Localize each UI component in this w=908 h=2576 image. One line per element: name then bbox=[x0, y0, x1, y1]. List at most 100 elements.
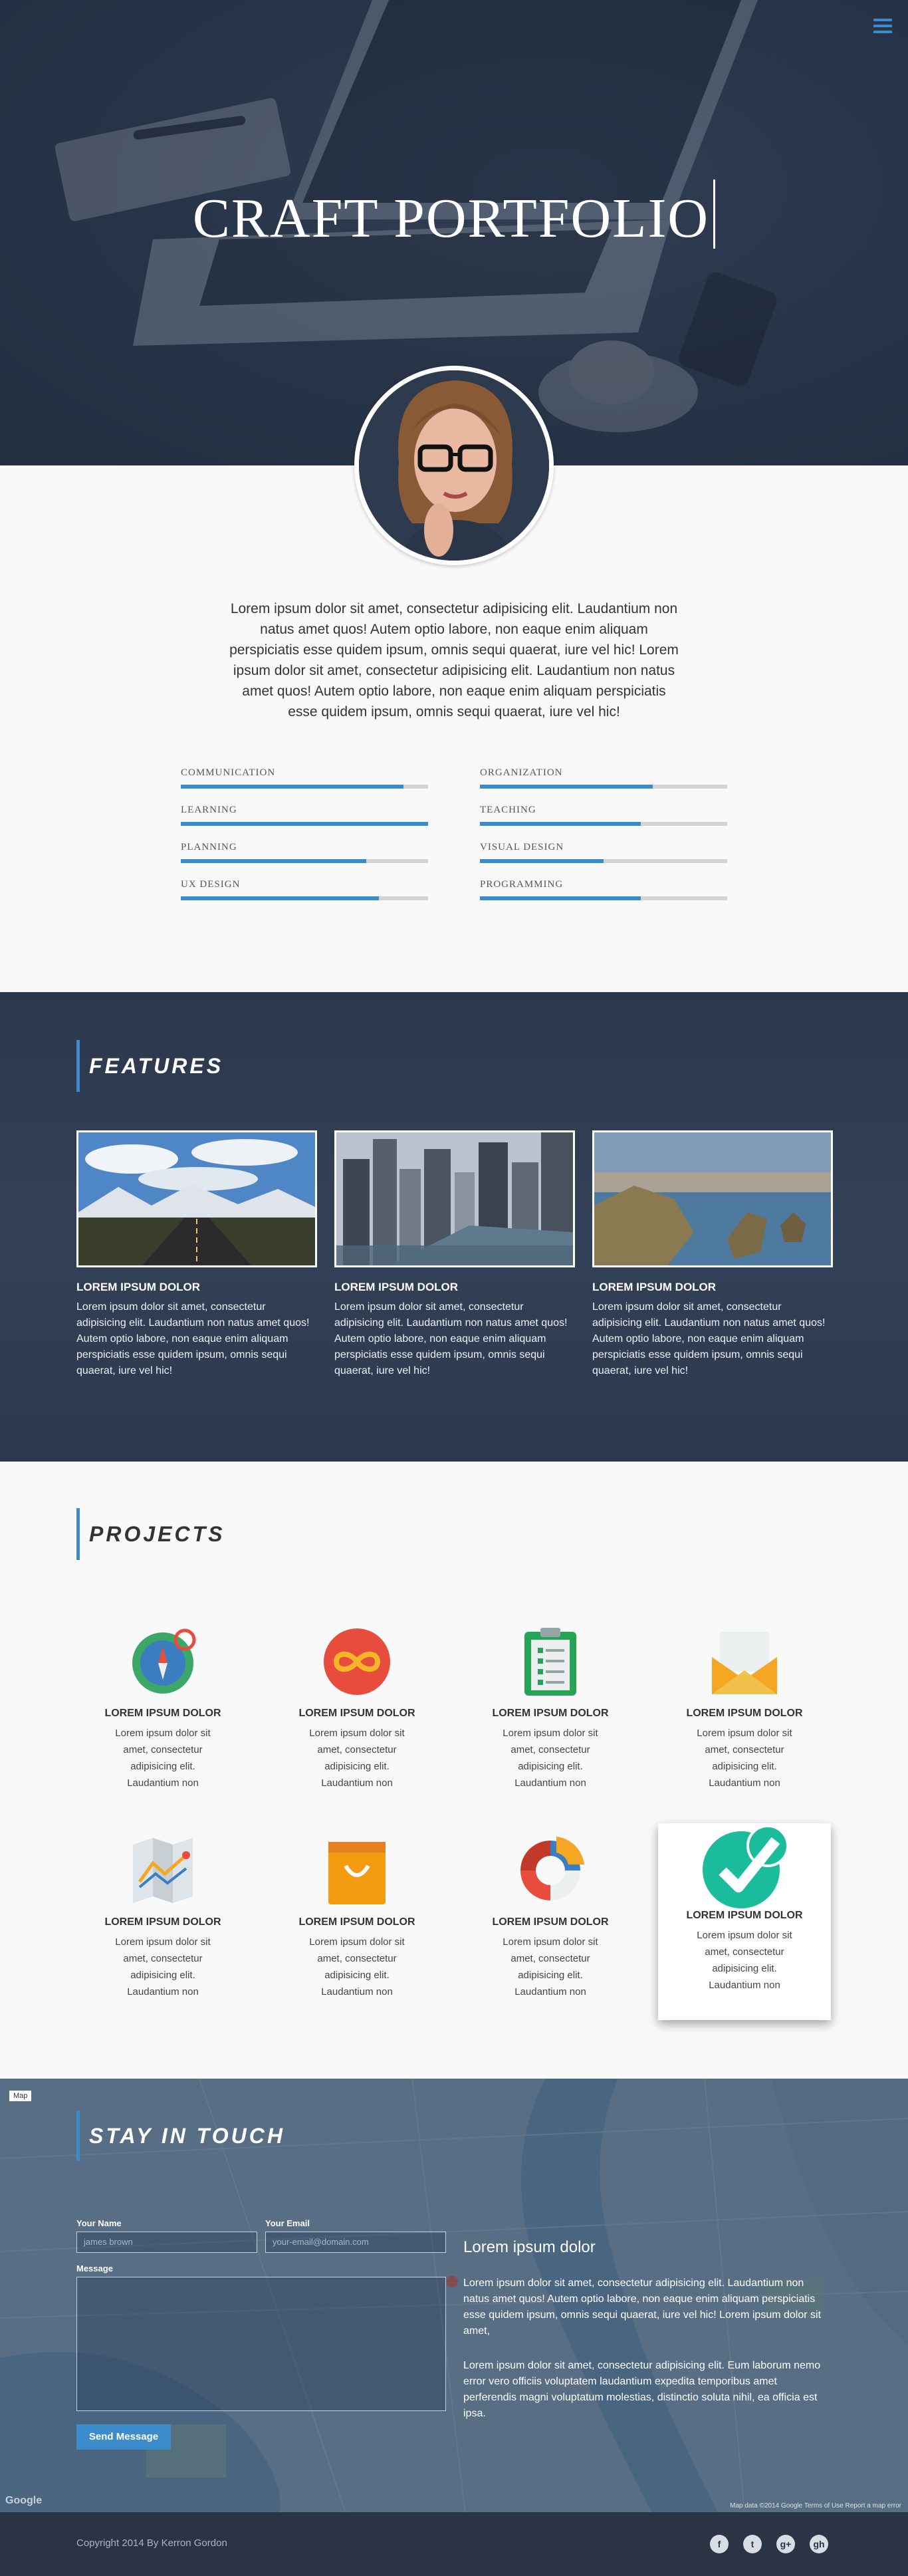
project-text: Lorem ipsum dolor sit amet, consectetur … bbox=[697, 1930, 792, 1991]
mountain-road-image[interactable] bbox=[76, 1130, 317, 1267]
project-card[interactable]: LOREM IPSUM DOLOR Lorem ipsum dolor sit … bbox=[76, 1835, 249, 2000]
project-card[interactable]: LOREM IPSUM DOLOR Lorem ipsum dolor sit … bbox=[658, 1626, 831, 1791]
checkmark-icon bbox=[703, 1825, 788, 1908]
skill-label: TEACHING bbox=[480, 805, 536, 815]
feature-card: LOREM IPSUM DOLOR Lorem ipsum dolor sit … bbox=[334, 1130, 575, 1379]
project-text: Lorem ipsum dolor sit amet, consectetur … bbox=[115, 1728, 211, 1789]
skill-label: PROGRAMMING bbox=[480, 879, 564, 890]
about-section: Lorem ipsum dolor sit amet, consectetur … bbox=[0, 366, 908, 992]
clipboard-icon bbox=[524, 1628, 576, 1696]
skills-list: COMMUNICATION ORGANIZATION LEARNING TEAC… bbox=[181, 767, 727, 900]
skill-bar bbox=[480, 822, 727, 826]
message-label: Message bbox=[76, 2263, 113, 2273]
skill-learning: LEARNING bbox=[181, 805, 428, 826]
skill-bar-fill bbox=[480, 785, 653, 789]
skill-bar-fill bbox=[181, 859, 366, 863]
skill-bar-fill bbox=[480, 822, 641, 826]
feature-card: LOREM IPSUM DOLOR Lorem ipsum dolor sit … bbox=[76, 1130, 317, 1379]
project-title: LOREM IPSUM DOLOR bbox=[492, 1916, 609, 1928]
skill-label: VISUAL DESIGN bbox=[480, 842, 564, 852]
email-input[interactable]: your-email@domain.com bbox=[265, 2232, 446, 2253]
map-copyright[interactable]: Map data ©2014 Google Terms of Use Repor… bbox=[730, 2502, 901, 2510]
map-type-control[interactable]: Map bbox=[9, 2091, 32, 2101]
github-icon[interactable]: gh bbox=[810, 2535, 828, 2553]
pie-chart-icon bbox=[520, 1837, 584, 1900]
send-message-button[interactable]: Send Message bbox=[76, 2424, 171, 2450]
feature-title: LOREM IPSUM DOLOR bbox=[334, 1281, 459, 1293]
skill-label: PLANNING bbox=[181, 842, 237, 852]
skill-bar bbox=[480, 896, 727, 900]
city-skyline-image[interactable] bbox=[334, 1130, 575, 1267]
google-logo: Google bbox=[5, 2495, 43, 2506]
text-cursor bbox=[713, 180, 716, 249]
skill-programming: PROGRAMMING bbox=[480, 879, 727, 900]
skill-label: LEARNING bbox=[181, 805, 237, 815]
features-heading: FEATURES bbox=[76, 1040, 223, 1092]
project-title: LOREM IPSUM DOLOR bbox=[686, 1708, 803, 1719]
skill-bar bbox=[181, 896, 428, 900]
skill-label: UX DESIGN bbox=[181, 879, 241, 890]
skill-planning: PLANNING bbox=[181, 842, 428, 863]
skill-bar-fill bbox=[181, 785, 403, 789]
contact-heading: STAY IN TOUCH bbox=[76, 2111, 285, 2161]
skill-bar bbox=[480, 859, 727, 863]
compass-icon bbox=[132, 1628, 196, 1694]
project-title: LOREM IPSUM DOLOR bbox=[492, 1708, 609, 1719]
project-card[interactable]: LOREM IPSUM DOLOR Lorem ipsum dolor sit … bbox=[271, 1835, 443, 2000]
skill-bar-fill bbox=[181, 822, 428, 826]
project-card[interactable]: LOREM IPSUM DOLOR Lorem ipsum dolor sit … bbox=[464, 1835, 637, 2000]
hero-title: CRAFT PORTFOLIO bbox=[0, 180, 908, 251]
project-title: LOREM IPSUM DOLOR bbox=[104, 1708, 221, 1719]
feature-text: Lorem ipsum dolor sit amet, consectetur … bbox=[592, 1301, 826, 1376]
project-text: Lorem ipsum dolor sit amet, consectetur … bbox=[503, 1728, 598, 1789]
project-text: Lorem ipsum dolor sit amet, consectetur … bbox=[115, 1936, 211, 1997]
features-section: FEATURES LOREM IPSUM DOLOR Lorem ipsum d… bbox=[0, 992, 908, 1462]
feature-title: LOREM IPSUM DOLOR bbox=[592, 1281, 717, 1293]
shopping-bag-icon bbox=[328, 1842, 386, 1904]
project-card[interactable]: LOREM IPSUM DOLOR Lorem ipsum dolor sit … bbox=[76, 1626, 249, 1791]
contact-info-paragraph: Lorem ipsum dolor sit amet, consectetur … bbox=[463, 2277, 822, 2337]
skill-communication: COMMUNICATION bbox=[181, 767, 428, 789]
feature-card: LOREM IPSUM DOLOR Lorem ipsum dolor sit … bbox=[592, 1130, 833, 1379]
skill-bar bbox=[181, 822, 428, 826]
infinity-icon bbox=[324, 1628, 390, 1695]
project-title: LOREM IPSUM DOLOR bbox=[104, 1916, 221, 1928]
skill-bar bbox=[181, 859, 428, 863]
skill-label: COMMUNICATION bbox=[181, 767, 276, 778]
feature-text: Lorem ipsum dolor sit amet, consectetur … bbox=[334, 1301, 568, 1376]
email-label: Your Email bbox=[265, 2218, 310, 2228]
project-title: LOREM IPSUM DOLOR bbox=[686, 1910, 803, 1921]
twitter-icon[interactable]: t bbox=[743, 2535, 762, 2553]
google-plus-icon[interactable]: g+ bbox=[776, 2535, 795, 2553]
project-text: Lorem ipsum dolor sit amet, consectetur … bbox=[503, 1936, 598, 1997]
feature-title: LOREM IPSUM DOLOR bbox=[76, 1281, 201, 1293]
envelope-icon bbox=[712, 1632, 777, 1694]
project-card[interactable]: LOREM IPSUM DOLOR Lorem ipsum dolor sit … bbox=[271, 1626, 443, 1791]
name-input[interactable]: james brown bbox=[76, 2232, 257, 2253]
about-text: Lorem ipsum dolor sit amet, consectetur … bbox=[229, 601, 679, 719]
hamburger-menu-icon[interactable] bbox=[873, 19, 892, 33]
message-textarea[interactable] bbox=[76, 2277, 446, 2411]
facebook-icon[interactable]: f bbox=[710, 2535, 729, 2553]
skill-organization: ORGANIZATION bbox=[480, 767, 727, 789]
projects-heading: PROJECTS bbox=[76, 1508, 225, 1560]
social-links: f t g+ gh bbox=[710, 2535, 828, 2553]
skill-bar bbox=[181, 785, 428, 789]
skill-label: ORGANIZATION bbox=[480, 767, 563, 778]
contact-info-title: Lorem ipsum dolor bbox=[463, 2238, 596, 2256]
project-text: Lorem ipsum dolor sit amet, consectetur … bbox=[309, 1936, 405, 1997]
skill-ux-design: UX DESIGN bbox=[181, 879, 428, 900]
coastline-image[interactable] bbox=[592, 1130, 833, 1267]
skill-bar-fill bbox=[181, 896, 379, 900]
project-text: Lorem ipsum dolor sit amet, consectetur … bbox=[309, 1728, 405, 1789]
project-card-hovered[interactable]: LOREM IPSUM DOLOR Lorem ipsum dolor sit … bbox=[658, 1823, 831, 2020]
avatar bbox=[354, 366, 554, 565]
footer: Copyright 2014 By Kerron Gordon f t g+ g… bbox=[0, 2512, 908, 2576]
projects-section: PROJECTS LOREM IPSUM DOLOR Lorem ipsum d… bbox=[0, 1462, 908, 2079]
map-icon bbox=[133, 1838, 193, 1903]
project-title: LOREM IPSUM DOLOR bbox=[298, 1916, 415, 1928]
feature-text: Lorem ipsum dolor sit amet, consectetur … bbox=[76, 1301, 310, 1376]
skill-bar-fill bbox=[480, 859, 604, 863]
project-card[interactable]: LOREM IPSUM DOLOR Lorem ipsum dolor sit … bbox=[464, 1626, 637, 1791]
skill-bar-fill bbox=[480, 896, 641, 900]
